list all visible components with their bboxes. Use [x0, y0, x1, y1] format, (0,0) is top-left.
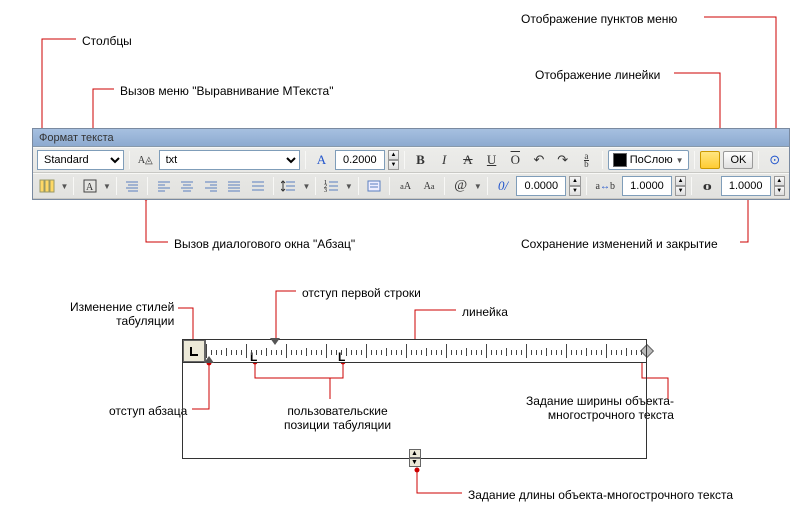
oblique-input[interactable] [516, 176, 566, 196]
annotative-icon: A◬ [135, 150, 156, 170]
callout-para-indent: отступ абзаца [109, 404, 187, 418]
callout-first-line-indent: отступ первой строки [302, 286, 421, 300]
toolbar-row-1: Standard A◬ txt A ▲▼ B I A U O ↶ ↷ ab По… [33, 147, 789, 173]
options-button[interactable]: ⊙ [764, 150, 785, 170]
redo-button[interactable]: ↷ [552, 150, 573, 170]
strike-button[interactable]: A [458, 150, 479, 170]
callout-mtext-align: Вызов меню "Выравнивание МТекста" [120, 84, 333, 98]
align-center-button[interactable] [177, 176, 198, 196]
tracking-spinner[interactable]: ▲▼ [675, 176, 686, 196]
ok-button[interactable]: OK [723, 151, 753, 169]
insert-field-button[interactable] [364, 176, 385, 196]
numbering-dropdown[interactable]: ▼ [345, 182, 353, 191]
line-spacing-dropdown[interactable]: ▼ [302, 182, 310, 191]
italic-button[interactable]: I [434, 150, 455, 170]
bold-button[interactable]: B [410, 150, 431, 170]
paragraph-button[interactable] [122, 176, 143, 196]
ruler-toggle-button[interactable] [700, 151, 721, 169]
text-format-toolbar: Формат текста Standard A◬ txt A ▲▼ B I A… [32, 128, 790, 200]
svg-text:3: 3 [324, 188, 327, 194]
columns-button[interactable] [37, 176, 58, 196]
underline-button[interactable]: U [481, 150, 502, 170]
callout-tab-style: Изменение стилей табуляции [70, 300, 174, 328]
callout-paragraph-dialog: Вызов диалогового окна "Абзац" [174, 237, 355, 251]
width-factor-label: o [693, 176, 722, 196]
callout-ruler: линейка [462, 305, 508, 319]
align-left-button[interactable] [153, 176, 174, 196]
text-height-spinner[interactable]: ▲▼ [388, 150, 399, 170]
style-select[interactable]: Standard [37, 150, 124, 170]
font-select[interactable]: txt [159, 150, 300, 170]
text-a-icon[interactable]: A [311, 150, 332, 170]
symbol-dropdown[interactable]: ▼ [474, 182, 482, 191]
tracking-input[interactable] [622, 176, 672, 196]
columns-dropdown[interactable]: ▼ [61, 182, 69, 191]
length-handle[interactable]: ▲▼ [409, 449, 421, 467]
undo-button[interactable]: ↶ [529, 150, 550, 170]
mtext-align-dropdown[interactable]: ▼ [103, 182, 111, 191]
line-spacing-button[interactable] [279, 176, 300, 196]
align-distribute-button[interactable] [247, 176, 268, 196]
callout-set-length: Задание длины объекта-многострочного тек… [468, 488, 733, 502]
stack-button[interactable]: ab [576, 150, 597, 170]
oblique-label: 0/ [493, 176, 514, 196]
mtext-editor-box[interactable]: ▲▼ [182, 339, 647, 459]
align-justify-button[interactable] [224, 176, 245, 196]
uppercase-button[interactable]: aA [395, 176, 416, 196]
color-select[interactable]: ПоСлою ▼ [608, 150, 689, 170]
overline-button[interactable]: O [505, 150, 526, 170]
callout-save-close: Сохранение изменений и закрытие [521, 237, 718, 251]
svg-text:A: A [86, 182, 94, 193]
mtext-align-button[interactable]: A [79, 176, 100, 196]
callout-ruler-display: Отображение линейки [535, 68, 660, 82]
color-swatch [613, 153, 627, 167]
toolbar-row-2: ▼ A ▼ ▼ 123 ▼ aA Aa @ ▼ 0/ ▲▼ a↔b [33, 173, 789, 199]
symbol-button[interactable]: @ [450, 176, 471, 196]
numbering-button[interactable]: 123 [321, 176, 342, 196]
callout-menu-items: Отображение пунктов меню [521, 12, 677, 26]
color-label: ПоСлою [630, 154, 673, 166]
align-right-button[interactable] [200, 176, 221, 196]
width-factor-input[interactable] [721, 176, 771, 196]
callout-columns: Столбцы [82, 34, 132, 48]
toolbar-title: Формат текста [33, 129, 789, 147]
tracking-label: a↔b [592, 176, 619, 196]
oblique-spinner[interactable]: ▲▼ [569, 176, 580, 196]
lowercase-button[interactable]: Aa [419, 176, 440, 196]
text-height-input[interactable] [335, 150, 385, 170]
width-factor-spinner[interactable]: ▲▼ [774, 176, 785, 196]
